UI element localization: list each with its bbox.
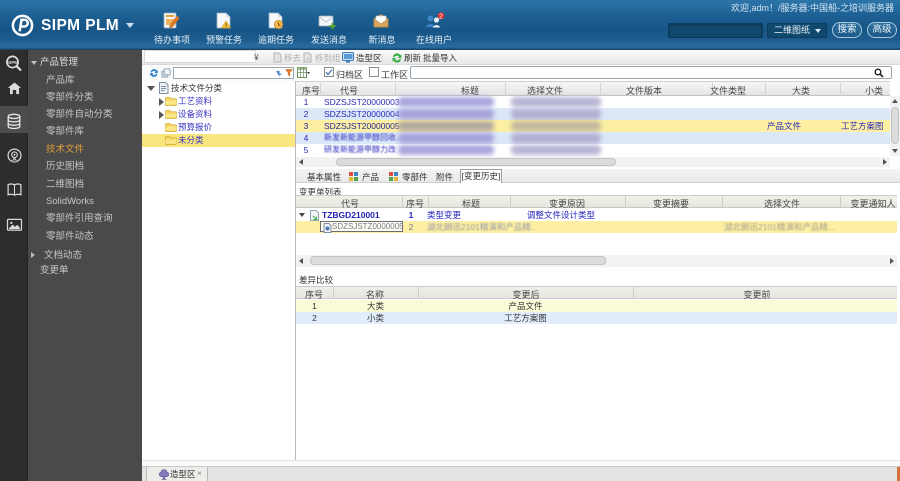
- svg-text:SIPM: SIPM: [7, 60, 18, 65]
- svg-text:2: 2: [439, 13, 443, 20]
